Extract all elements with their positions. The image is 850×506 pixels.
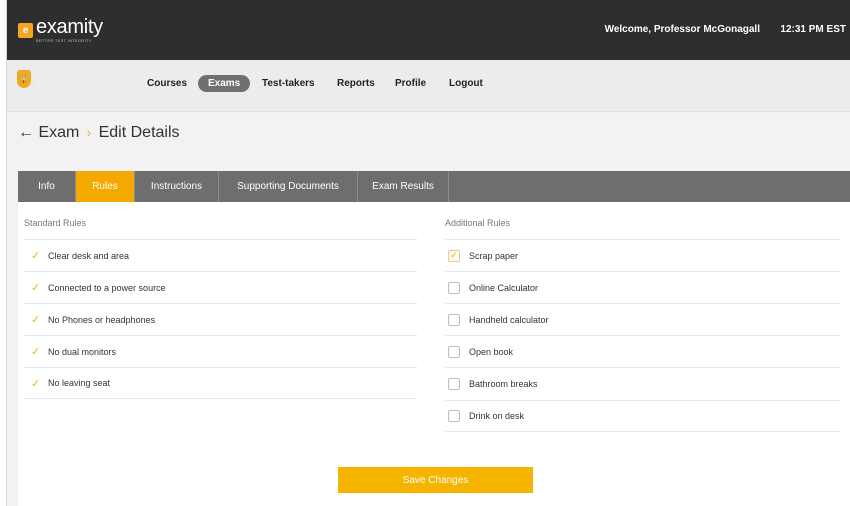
nav-profile[interactable]: Profile [395, 78, 426, 89]
tab-bar: Info Rules Instructions Supporting Docum… [18, 171, 850, 202]
checkmark-icon: ✓ [31, 346, 41, 358]
nav-brand[interactable]: Examity Courses [37, 79, 113, 90]
additional-rule-label[interactable]: Open book [469, 347, 513, 357]
checkmark-icon: ✓ [31, 282, 41, 294]
breadcrumb-chevron-icon: › [86, 125, 92, 140]
page-title: ← Exam › Edit Details [18, 124, 180, 142]
tab-info[interactable]: Info [18, 171, 76, 202]
checkmark-icon: ✓ [31, 314, 41, 326]
tab-supporting-documents[interactable]: Supporting Documents [219, 171, 358, 202]
standard-rule-row: ✓ No Phones or headphones [24, 303, 417, 335]
logo-badge-icon: e [18, 22, 33, 38]
breadcrumb-exam[interactable]: Exam [38, 124, 79, 141]
checkmark-icon: ✓ [31, 250, 41, 262]
standard-rule-row: ✓ No dual monitors [24, 335, 417, 367]
drink-on-desk-checkbox[interactable] [448, 410, 460, 422]
online-calculator-checkbox[interactable] [448, 281, 460, 294]
tab-instructions[interactable]: Instructions [135, 171, 219, 202]
additional-rule-row[interactable]: Drink on desk [445, 400, 840, 432]
clock-text: 12:31 PM EST [780, 24, 846, 35]
welcome-text: Welcome, Professor McGonagall [604, 24, 760, 35]
rules-panel: Standard Rules Additional Rules ✓ Clear … [18, 202, 850, 506]
additional-rule-label[interactable]: Bathroom breaks [469, 379, 538, 389]
logo-tagline: BETTER TEST INTEGRITY. [36, 38, 93, 43]
standard-rule-row: ✓ Clear desk and area [24, 239, 417, 271]
nav-reports[interactable]: Reports [337, 78, 375, 89]
examity-logo[interactable]: e examity BETTER TEST INTEGRITY. [18, 17, 103, 43]
nav-bar: 🔒 Examity Courses Courses Exams Test-tak… [7, 60, 850, 112]
standard-rule-row: ✓ Connected to a power source [24, 271, 417, 303]
handheld-calculator-checkbox[interactable] [448, 313, 460, 326]
nav-exams[interactable]: Exams [198, 75, 251, 92]
additional-rule-label[interactable]: Handheld calculator [469, 315, 549, 325]
standard-rules-heading: Standard Rules [24, 218, 87, 228]
tab-rules[interactable]: Rules [76, 171, 135, 202]
standard-rule-label: No dual monitors [48, 346, 117, 357]
scrap-paper-checkbox[interactable]: ✓ [448, 249, 460, 262]
additional-rule-label[interactable]: Online Calculator [469, 283, 538, 293]
standard-rule-row: ✓ No leaving seat [24, 367, 417, 399]
additional-rule-row[interactable]: Handheld calculator [445, 303, 840, 335]
bathroom-breaks-checkbox[interactable] [448, 377, 460, 390]
open-book-checkbox[interactable] [448, 345, 460, 358]
additional-rule-row[interactable]: Open book [445, 335, 840, 367]
breadcrumb-edit-details: Edit Details [98, 124, 180, 141]
additional-rule-row[interactable]: Online Calculator [445, 271, 840, 303]
additional-rule-row[interactable]: Bathroom breaks [445, 367, 840, 399]
additional-rules-heading: Additional Rules [445, 218, 511, 228]
nav-logout[interactable]: Logout [449, 78, 483, 89]
tab-exam-results[interactable]: Exam Results [358, 171, 449, 202]
standard-rule-label: No Phones or headphones [48, 314, 156, 325]
shield-icon: 🔒 [17, 70, 31, 88]
additional-rule-label[interactable]: Drink on desk [469, 411, 524, 421]
standard-rule-label: No leaving seat [48, 378, 111, 388]
top-bar: e examity BETTER TEST INTEGRITY. Welcome… [7, 0, 850, 60]
standard-rule-label: Clear desk and area [48, 250, 130, 261]
nav-courses[interactable]: Courses [147, 78, 187, 89]
additional-rule-row[interactable]: ✓ Scrap paper [445, 239, 840, 271]
nav-test-takers[interactable]: Test-takers [262, 78, 315, 89]
logo-word: examity [36, 16, 103, 38]
checkmark-icon: ✓ [31, 377, 41, 390]
additional-rule-label[interactable]: Scrap paper [469, 251, 518, 261]
save-changes-button[interactable]: Save Changes [338, 467, 533, 493]
left-border [0, 0, 7, 506]
back-arrow-icon[interactable]: ← [18, 124, 34, 141]
standard-rule-label: Connected to a power source [48, 282, 166, 293]
